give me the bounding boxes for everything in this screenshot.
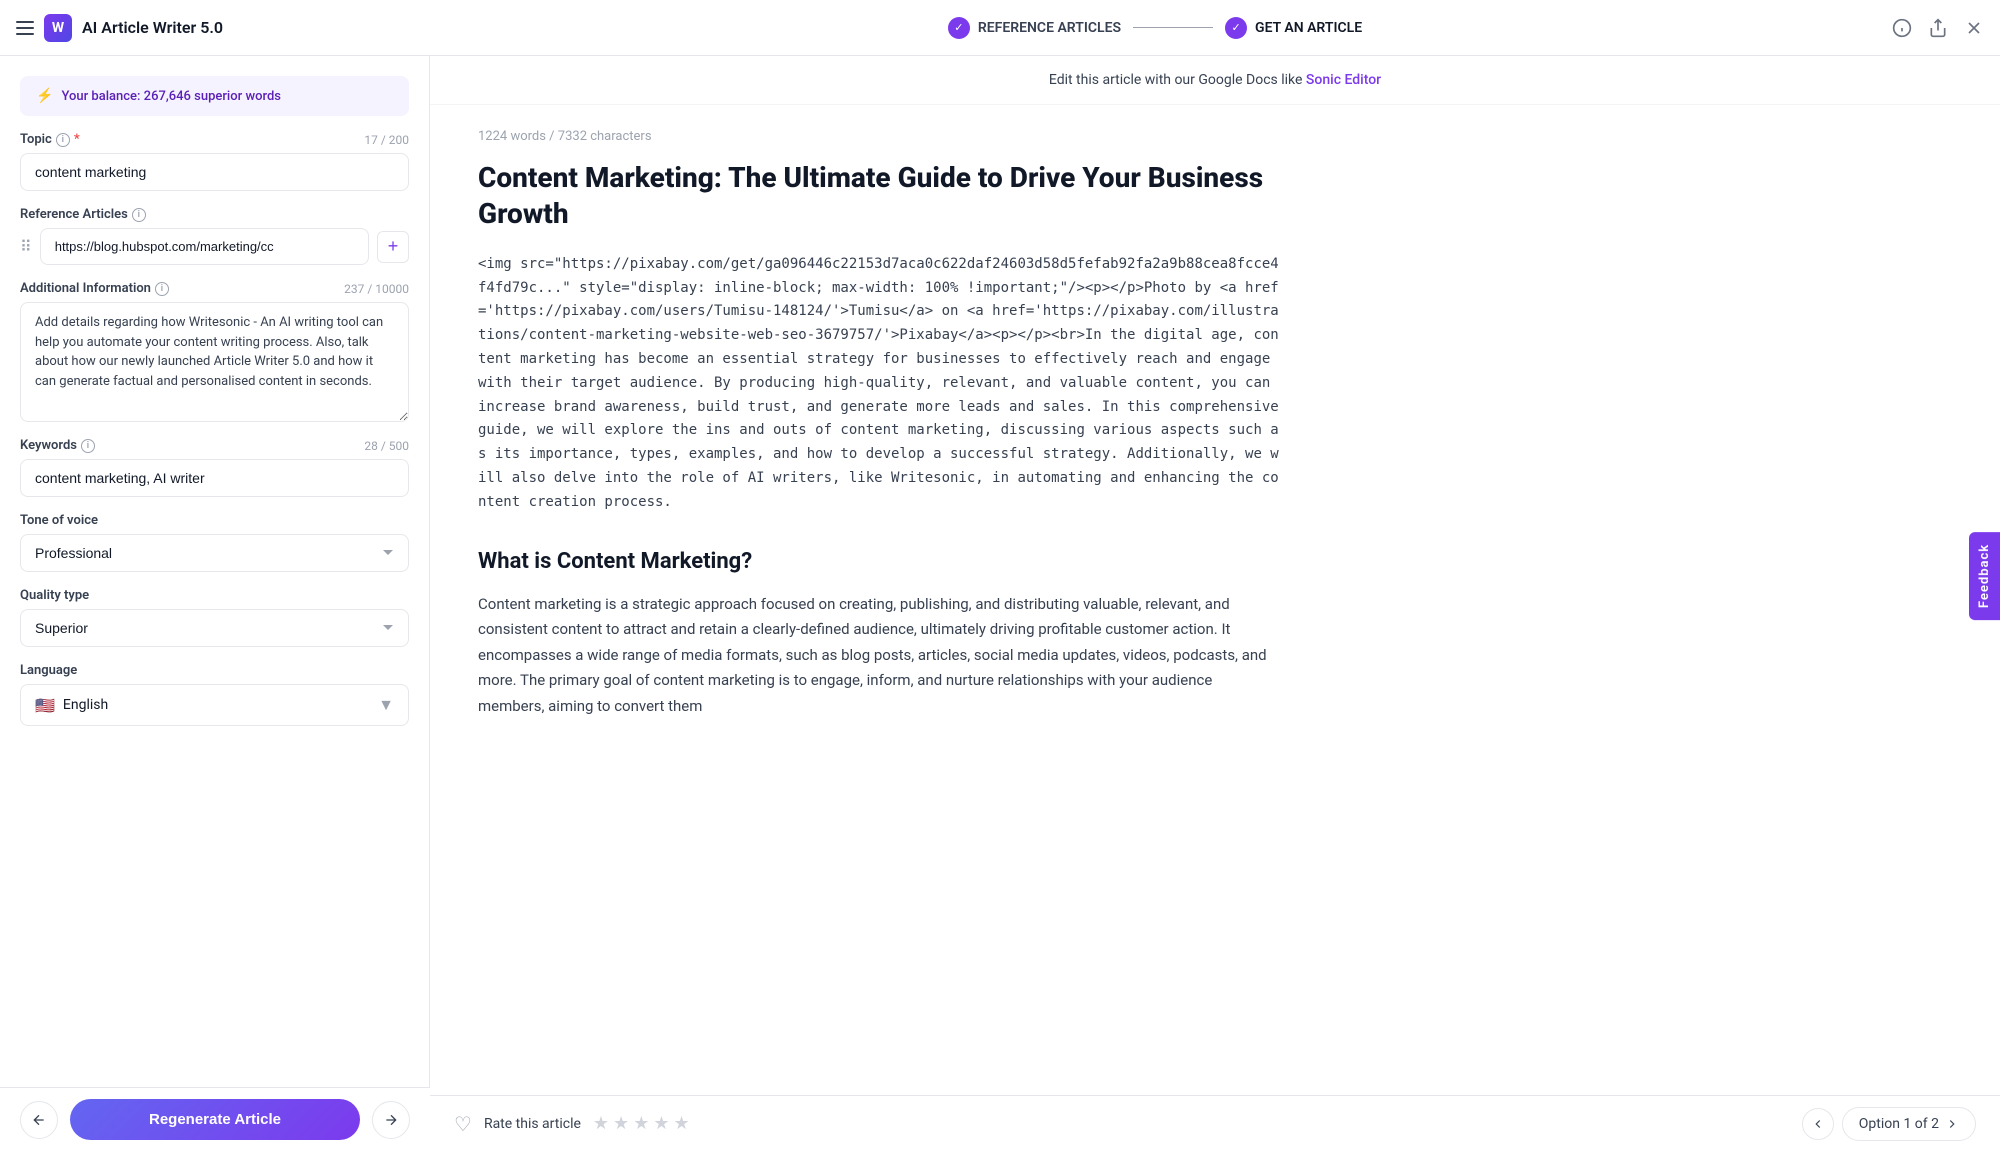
- app-title: AI Article Writer 5.0: [82, 18, 223, 37]
- section2-title: What is Content Marketing?: [478, 543, 1282, 580]
- ref-url-input[interactable]: [40, 228, 369, 265]
- language-group: Language 🇺🇸 English ▼: [20, 663, 409, 726]
- step-get-article[interactable]: ✓ GET AN ARTICLE: [1225, 17, 1362, 39]
- heart-button[interactable]: ♡: [454, 1112, 472, 1136]
- step2-label: GET AN ARTICLE: [1255, 20, 1362, 36]
- article-content: 1224 words / 7332 characters Content Mar…: [430, 105, 1330, 1151]
- add-ref-button[interactable]: +: [377, 231, 409, 263]
- language-label: Language: [20, 663, 77, 678]
- section2-body: Content marketing is a strategic approac…: [478, 592, 1282, 720]
- keywords-info-icon[interactable]: i: [81, 439, 95, 453]
- sonic-editor-link[interactable]: Sonic Editor: [1306, 72, 1381, 88]
- star-3[interactable]: ★: [633, 1113, 649, 1134]
- quality-select[interactable]: Superior Good Economy: [20, 609, 409, 647]
- next-button[interactable]: [372, 1101, 410, 1139]
- regenerate-button[interactable]: Regenerate Article: [70, 1099, 360, 1140]
- language-label-row: Language: [20, 663, 409, 678]
- sidebar: ⚡ Your balance: 267,646 superior words T…: [0, 56, 430, 1151]
- tone-label: Tone of voice: [20, 513, 98, 528]
- star-rating[interactable]: ★ ★ ★ ★ ★: [593, 1113, 690, 1134]
- topic-label-row: Topic i * 17 / 200: [20, 132, 409, 147]
- tone-group: Tone of voice Professional Casual Formal: [20, 513, 409, 572]
- keywords-label: Keywords i: [20, 438, 95, 453]
- topic-count: 17 / 200: [364, 133, 409, 147]
- tone-select[interactable]: Professional Casual Formal: [20, 534, 409, 572]
- topic-required: *: [74, 132, 80, 147]
- quality-label: Quality type: [20, 588, 89, 603]
- keywords-count: 28 / 500: [364, 439, 409, 453]
- language-value: English: [63, 697, 370, 713]
- quality-label-row: Quality type: [20, 588, 409, 603]
- tone-label-row: Tone of voice: [20, 513, 409, 528]
- article-body: <img src="https://pixabay.com/get/ga0964…: [478, 253, 1282, 720]
- word-count: 1224 words / 7332 characters: [478, 129, 1282, 144]
- feedback-tab[interactable]: Feedback: [1969, 531, 2000, 619]
- reference-articles-group: Reference Articles i ⠿ +: [20, 207, 409, 265]
- edit-text: Edit this article with our Google Docs l…: [1049, 72, 1303, 88]
- star-1[interactable]: ★: [593, 1113, 609, 1134]
- nav-right: [1864, 18, 1984, 38]
- topic-input[interactable]: [20, 153, 409, 191]
- keywords-group: Keywords i 28 / 500: [20, 438, 409, 497]
- app-logo: W: [44, 14, 72, 42]
- balance-bar: ⚡ Your balance: 267,646 superior words: [20, 76, 409, 116]
- help-icon-button[interactable]: [1892, 18, 1912, 38]
- step-connector: [1133, 27, 1213, 28]
- prev-article-button[interactable]: [1802, 1108, 1834, 1140]
- article-bottom-bar: ♡ Rate this article ★ ★ ★ ★ ★ Option 1 o…: [430, 1095, 2000, 1151]
- additional-info-textarea[interactable]: Add details regarding how Writesonic - A…: [20, 302, 409, 422]
- option-label-button[interactable]: Option 1 of 2: [1842, 1107, 1976, 1141]
- ref-label-row: Reference Articles i: [20, 207, 409, 222]
- ref-article-row: ⠿ +: [20, 228, 409, 265]
- additional-info-group: Additional Information i 237 / 10000 Add…: [20, 281, 409, 422]
- option-label: Option 1 of 2: [1859, 1116, 1939, 1132]
- star-4[interactable]: ★: [653, 1113, 669, 1134]
- flag-icon: 🇺🇸: [35, 696, 55, 715]
- rate-section: ♡ Rate this article ★ ★ ★ ★ ★: [454, 1112, 690, 1136]
- drag-handle-icon[interactable]: ⠿: [20, 237, 32, 256]
- star-5[interactable]: ★: [673, 1113, 689, 1134]
- additional-info-icon[interactable]: i: [155, 282, 169, 296]
- lightning-icon: ⚡: [36, 88, 53, 104]
- share-icon-button[interactable]: [1928, 18, 1948, 38]
- top-navigation: W AI Article Writer 5.0 ✓ REFERENCE ARTI…: [0, 0, 2000, 56]
- additional-info-label: Additional Information i: [20, 281, 169, 296]
- hamburger-menu[interactable]: [16, 21, 34, 35]
- ref-info-icon[interactable]: i: [132, 208, 146, 222]
- main-layout: ⚡ Your balance: 267,646 superior words T…: [0, 56, 2000, 1151]
- close-icon-button[interactable]: [1964, 18, 1984, 38]
- topic-info-icon[interactable]: i: [56, 133, 70, 147]
- language-chevron-icon: ▼: [378, 695, 394, 715]
- sidebar-bottom-bar: Regenerate Article: [0, 1087, 430, 1151]
- step-reference-articles[interactable]: ✓ REFERENCE ARTICLES: [948, 17, 1121, 39]
- additional-info-label-row: Additional Information i 237 / 10000: [20, 281, 409, 296]
- nav-left: W AI Article Writer 5.0: [16, 14, 446, 42]
- nav-steps: ✓ REFERENCE ARTICLES ✓ GET AN ARTICLE: [446, 17, 1864, 39]
- article-area: Edit this article with our Google Docs l…: [430, 56, 2000, 1151]
- article-raw-html: <img src="https://pixabay.com/get/ga0964…: [478, 253, 1282, 515]
- step2-circle: ✓: [1225, 17, 1247, 39]
- article-title: Content Marketing: The Ultimate Guide to…: [478, 160, 1282, 233]
- quality-group: Quality type Superior Good Economy: [20, 588, 409, 647]
- keywords-input[interactable]: [20, 459, 409, 497]
- additional-info-count: 237 / 10000: [344, 282, 409, 296]
- star-2[interactable]: ★: [613, 1113, 629, 1134]
- step1-label: REFERENCE ARTICLES: [978, 20, 1121, 36]
- article-nav-arrows: Option 1 of 2: [1802, 1107, 1976, 1141]
- ref-articles-label: Reference Articles i: [20, 207, 146, 222]
- article-top-bar: Edit this article with our Google Docs l…: [430, 56, 2000, 105]
- back-button[interactable]: [20, 1101, 58, 1139]
- language-selector[interactable]: 🇺🇸 English ▼: [20, 684, 409, 726]
- step1-circle: ✓: [948, 17, 970, 39]
- keywords-label-row: Keywords i 28 / 500: [20, 438, 409, 453]
- topic-field-group: Topic i * 17 / 200: [20, 132, 409, 191]
- rate-label: Rate this article: [484, 1116, 581, 1132]
- balance-text: Your balance: 267,646 superior words: [61, 89, 281, 104]
- topic-label: Topic i *: [20, 132, 80, 147]
